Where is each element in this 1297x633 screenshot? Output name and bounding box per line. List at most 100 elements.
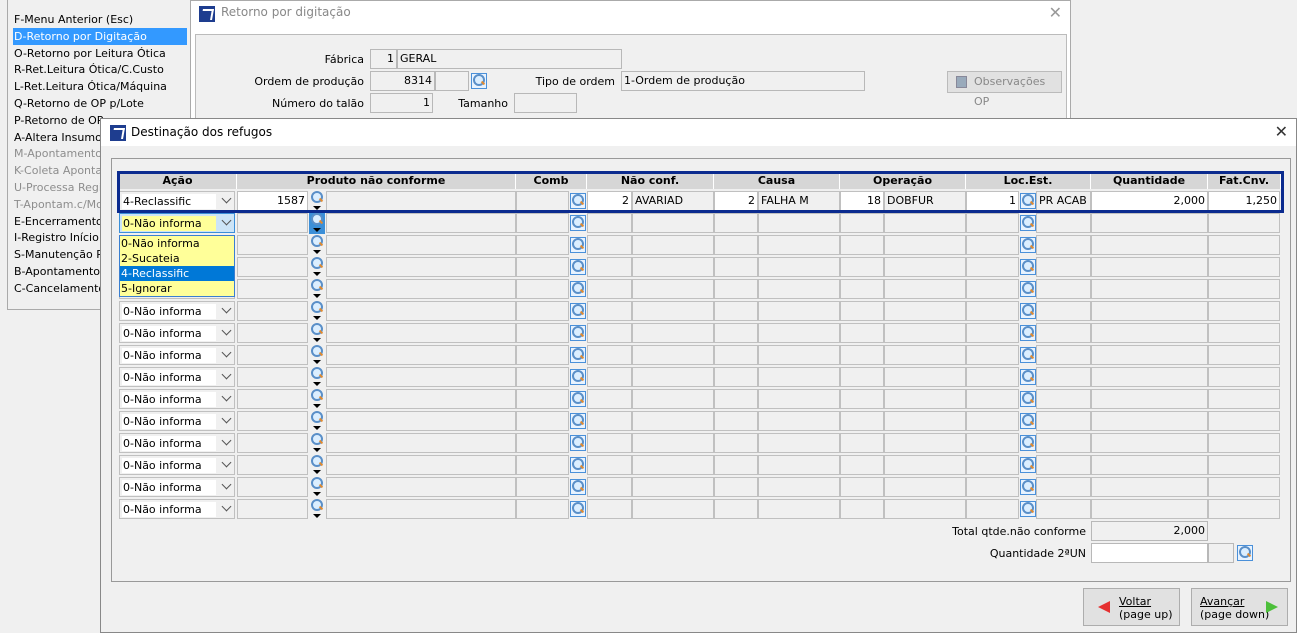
fatcnv-field[interactable] — [1208, 477, 1280, 497]
comb-field[interactable] — [516, 257, 569, 277]
causa-code[interactable] — [714, 235, 758, 255]
produto-code[interactable] — [237, 455, 308, 475]
loc-lookup-button[interactable] — [1020, 303, 1036, 319]
causa-code[interactable] — [714, 499, 758, 519]
comb-lookup-button[interactable] — [570, 193, 586, 209]
talao-field[interactable]: 1 — [370, 93, 433, 113]
causa-code[interactable] — [714, 389, 758, 409]
quantidade-field[interactable] — [1091, 257, 1208, 277]
loc-lookup-button[interactable] — [1020, 413, 1036, 429]
close-icon[interactable]: ✕ — [1275, 122, 1288, 141]
loc-lookup-button[interactable] — [1020, 215, 1036, 231]
comb-lookup-button[interactable] — [570, 259, 586, 275]
quantidade-field[interactable] — [1091, 367, 1208, 387]
produto-code[interactable] — [237, 213, 308, 233]
naoconf-code[interactable] — [587, 279, 632, 299]
operacao-code[interactable] — [840, 477, 884, 497]
produto-lookup-button[interactable] — [309, 323, 325, 344]
produto-lookup-button[interactable] — [309, 213, 325, 234]
produto-lookup-button[interactable] — [309, 257, 325, 278]
produto-lookup-button[interactable] — [309, 389, 325, 410]
ordem-extra-field[interactable] — [435, 71, 469, 91]
acao-select[interactable]: 0-Não informa — [119, 455, 235, 475]
causa-code[interactable] — [714, 367, 758, 387]
loc-lookup-button[interactable] — [1020, 325, 1036, 341]
loc-code[interactable] — [966, 235, 1019, 255]
naoconf-code[interactable]: 2 — [587, 191, 632, 211]
acao-select[interactable]: 0-Não informa — [119, 411, 235, 431]
column-header[interactable]: Quantidade — [1091, 173, 1208, 189]
loc-code[interactable] — [966, 433, 1019, 453]
produto-lookup-button[interactable] — [309, 235, 325, 256]
fatcnv-field[interactable] — [1208, 499, 1280, 519]
produto-code[interactable]: 1587 — [237, 191, 308, 211]
loc-lookup-button[interactable] — [1020, 457, 1036, 473]
column-header[interactable]: Loc.Est. — [966, 173, 1091, 189]
comb-lookup-button[interactable] — [570, 391, 586, 407]
fatcnv-field[interactable] — [1208, 279, 1280, 299]
comb-field[interactable] — [516, 323, 569, 343]
dropdown-option[interactable]: 4-Reclassific — [120, 266, 234, 281]
operacao-code[interactable] — [840, 257, 884, 277]
produto-code[interactable] — [237, 235, 308, 255]
column-header[interactable]: Operação — [840, 173, 966, 189]
operacao-code[interactable] — [840, 235, 884, 255]
loc-lookup-button[interactable] — [1020, 237, 1036, 253]
acao-select[interactable]: 4-Reclassific — [119, 191, 235, 211]
operacao-code[interactable] — [840, 323, 884, 343]
observacoes-button[interactable]: Observações OP — [947, 71, 1062, 108]
column-header[interactable]: Ação — [119, 173, 237, 189]
loc-code[interactable] — [966, 213, 1019, 233]
loc-code[interactable]: 1 — [966, 191, 1019, 211]
comb-field[interactable] — [516, 235, 569, 255]
causa-code[interactable] — [714, 301, 758, 321]
column-header[interactable]: Causa — [714, 173, 840, 189]
loc-code[interactable] — [966, 389, 1019, 409]
fabrica-code[interactable]: 1 — [370, 49, 397, 69]
quantidade-field[interactable] — [1091, 455, 1208, 475]
loc-code[interactable] — [966, 367, 1019, 387]
quantidade-field[interactable] — [1091, 345, 1208, 365]
comb-lookup-button[interactable] — [570, 501, 586, 517]
loc-lookup-button[interactable] — [1020, 369, 1036, 385]
qtd2-unit-field[interactable] — [1208, 543, 1234, 563]
comb-lookup-button[interactable] — [570, 281, 586, 297]
causa-code[interactable]: 2 — [714, 191, 758, 211]
fatcnv-field[interactable] — [1208, 323, 1280, 343]
menu-item[interactable]: L-Ret.Leitura Ótica/Máquina — [14, 78, 167, 95]
fatcnv-field[interactable] — [1208, 213, 1280, 233]
produto-lookup-button[interactable] — [309, 411, 325, 432]
acao-select[interactable]: 0-Não informa — [119, 301, 235, 321]
operacao-code[interactable] — [840, 367, 884, 387]
comb-field[interactable] — [516, 279, 569, 299]
fatcnv-field[interactable] — [1208, 345, 1280, 365]
comb-field[interactable] — [516, 191, 569, 211]
acao-select[interactable]: 0-Não informa — [119, 389, 235, 409]
operacao-code[interactable] — [840, 345, 884, 365]
dropdown-option[interactable]: 2-Sucateia — [120, 251, 234, 266]
voltar-button[interactable]: Voltar (page up) — [1083, 588, 1180, 626]
naoconf-code[interactable] — [587, 411, 632, 431]
loc-lookup-button[interactable] — [1020, 281, 1036, 297]
quantidade-field[interactable] — [1091, 323, 1208, 343]
naoconf-code[interactable] — [587, 301, 632, 321]
causa-code[interactable] — [714, 477, 758, 497]
fatcnv-field[interactable]: 1,250 — [1208, 191, 1280, 211]
comb-lookup-button[interactable] — [570, 325, 586, 341]
menu-item[interactable]: O-Retorno por Leitura Ótica — [14, 45, 166, 62]
naoconf-code[interactable] — [587, 345, 632, 365]
produto-lookup-button[interactable] — [309, 279, 325, 300]
produto-lookup-button[interactable] — [309, 191, 325, 212]
acao-dropdown-list[interactable]: 0-Não informa 2-Sucateia 4-Reclassific 5-Ig… — [119, 235, 235, 297]
fatcnv-field[interactable] — [1208, 455, 1280, 475]
causa-code[interactable] — [714, 257, 758, 277]
menu-item[interactable]: P-Retorno de OP p — [14, 112, 114, 129]
comb-lookup-button[interactable] — [570, 237, 586, 253]
comb-field[interactable] — [516, 345, 569, 365]
quantidade-field[interactable] — [1091, 411, 1208, 431]
operacao-code[interactable] — [840, 499, 884, 519]
acao-select[interactable]: 0-Não informa — [119, 433, 235, 453]
loc-code[interactable] — [966, 345, 1019, 365]
causa-code[interactable] — [714, 279, 758, 299]
comb-lookup-button[interactable] — [570, 413, 586, 429]
